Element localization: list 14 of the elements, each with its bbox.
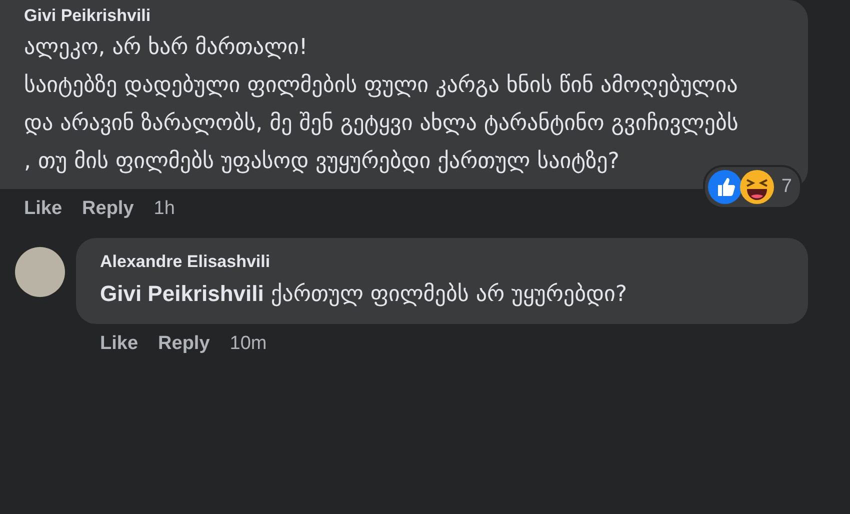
comment-text: ალეკო, არ ხარ მართალი! <box>24 34 309 62</box>
like-link[interactable]: Like <box>100 330 138 358</box>
reaction-summary[interactable]: 7 <box>703 165 802 209</box>
author-name[interactable]: Alexandre Elisashvili <box>100 250 270 274</box>
timestamp[interactable]: 10m <box>230 330 267 358</box>
author-name[interactable]: Givi Peikrishvili <box>24 4 151 28</box>
reply-link[interactable]: Reply <box>158 330 210 358</box>
reaction-count: 7 <box>781 174 792 199</box>
reply-link[interactable]: Reply <box>82 195 134 224</box>
like-icon <box>707 169 744 205</box>
laughing-emoji-icon <box>739 169 776 205</box>
timestamp[interactable]: 1h <box>154 195 175 224</box>
like-link[interactable]: Like <box>24 195 62 224</box>
comment-text: Givi Peikrishvili ქართულ ფილმებს არ უყურებდი? <box>100 280 628 308</box>
